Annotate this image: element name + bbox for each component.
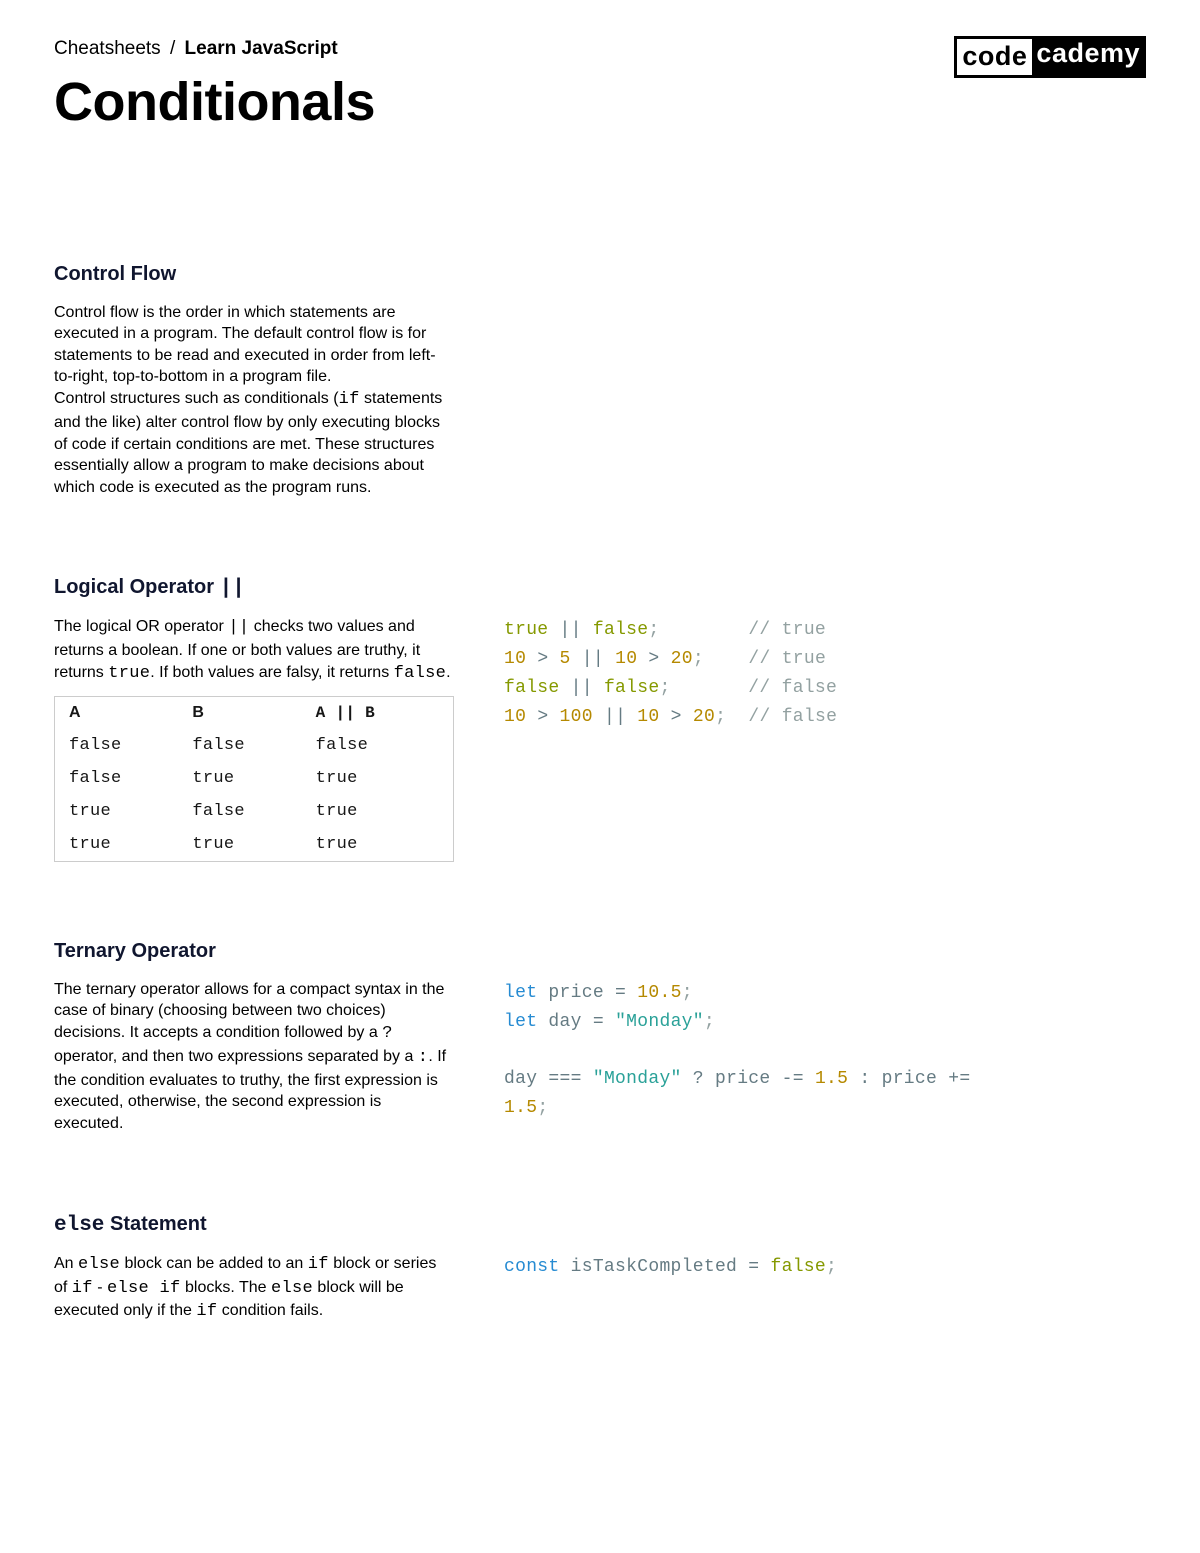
table-header-a: A	[69, 704, 192, 722]
table-header-b: B	[192, 704, 315, 722]
para-text: The logical OR operator	[54, 618, 228, 635]
heading-code: else	[54, 1214, 104, 1237]
table-cell: true	[316, 802, 439, 821]
table-cell: true	[69, 835, 192, 854]
section-description: The ternary operator allows for a compac…	[54, 979, 454, 1135]
breadcrumb-separator: /	[166, 38, 179, 59]
table-cell: false	[316, 736, 439, 755]
truth-table: A B A || B false false false false true …	[54, 696, 454, 862]
inline-code: if	[72, 1279, 93, 1298]
inline-code: else	[78, 1255, 120, 1274]
inline-code: else if	[107, 1279, 181, 1298]
breadcrumb: Cheatsheets / Learn JavaScript	[54, 36, 375, 63]
table-cell: true	[192, 835, 315, 854]
para-text: blocks. The	[181, 1279, 271, 1296]
para-text: An	[54, 1255, 78, 1272]
inline-code: true	[108, 664, 150, 683]
para-text: operator, and then two expressions separ…	[54, 1048, 418, 1065]
para-text: Control flow is the order in which state…	[54, 304, 436, 386]
inline-code: false	[394, 664, 447, 683]
heading-text: Statement	[104, 1213, 206, 1235]
inline-code: if	[308, 1255, 329, 1274]
section-heading: Logical Operator ||	[54, 576, 1146, 600]
section-control-flow: Control Flow Control flow is the order i…	[54, 263, 1146, 499]
table-cell: true	[316, 835, 439, 854]
code-example: let price = 10.5; let day = "Monday"; da…	[504, 979, 1146, 1123]
section-description: An else block can be added to an if bloc…	[54, 1253, 454, 1325]
inline-code: else	[271, 1279, 313, 1298]
table-row: true true true	[55, 828, 453, 861]
table-cell: false	[69, 736, 192, 755]
section-description: The logical OR operator || checks two va…	[54, 616, 454, 685]
code-example: true || false; // true 10 > 5 || 10 > 20…	[504, 616, 1146, 731]
para-text: Control structures such as conditionals …	[54, 390, 339, 407]
page-title: Conditionals	[54, 71, 375, 133]
table-row: false false false	[55, 729, 453, 762]
inline-code: ?	[382, 1024, 393, 1043]
table-cell: true	[69, 802, 192, 821]
table-header-row: A B A || B	[55, 697, 453, 729]
table-cell: false	[69, 769, 192, 788]
table-row: true false true	[55, 795, 453, 828]
section-ternary: Ternary Operator The ternary operator al…	[54, 940, 1146, 1135]
para-text: -	[93, 1279, 107, 1296]
section-heading: Ternary Operator	[54, 940, 1146, 963]
table-header-result: A || B	[316, 704, 439, 722]
inline-code: if	[196, 1302, 217, 1321]
table-cell: true	[192, 769, 315, 788]
cheatsheet-page: Cheatsheets / Learn JavaScript Condition…	[0, 0, 1200, 1364]
code-example: const isTaskCompleted = false;	[504, 1253, 1146, 1282]
table-cell: false	[192, 802, 315, 821]
table-cell: true	[316, 769, 439, 788]
heading-text: Logical Operator	[54, 576, 220, 598]
para-text: block can be added to an	[120, 1255, 308, 1272]
logo-left: code	[954, 36, 1035, 78]
inline-code: :	[418, 1048, 429, 1067]
logo-right: cademy	[1032, 36, 1146, 78]
para-text: condition fails.	[217, 1302, 323, 1319]
para-text: .	[446, 664, 450, 681]
section-heading: else Statement	[54, 1213, 1146, 1237]
heading-operator: ||	[220, 577, 245, 600]
breadcrumb-course[interactable]: Learn JavaScript	[185, 38, 338, 59]
page-header: Cheatsheets / Learn JavaScript Condition…	[54, 36, 1146, 133]
table-cell: false	[192, 736, 315, 755]
inline-code: ||	[228, 618, 249, 637]
breadcrumb-root[interactable]: Cheatsheets	[54, 38, 161, 59]
inline-code: if	[339, 390, 360, 409]
para-text: . If both values are falsy, it returns	[150, 664, 393, 681]
section-else: else Statement An else block can be adde…	[54, 1213, 1146, 1325]
header-left: Cheatsheets / Learn JavaScript Condition…	[54, 36, 375, 133]
section-logical-or: Logical Operator || The logical OR opera…	[54, 576, 1146, 861]
section-heading: Control Flow	[54, 263, 1146, 286]
section-description: Control flow is the order in which state…	[54, 302, 454, 499]
table-row: false true true	[55, 762, 453, 795]
codecademy-logo[interactable]: code cademy	[954, 36, 1146, 78]
